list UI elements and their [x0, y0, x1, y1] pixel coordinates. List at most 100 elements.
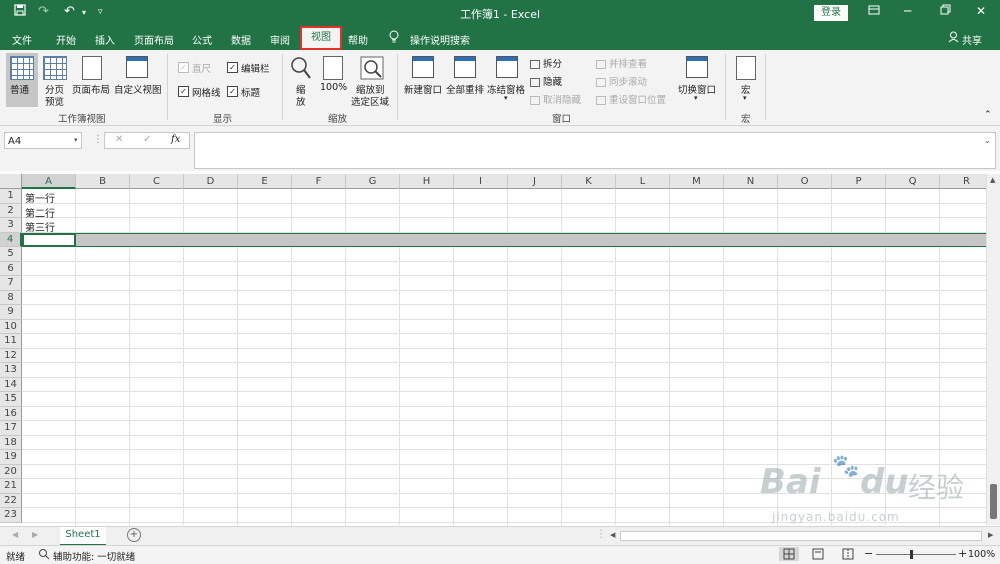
tell-me-search[interactable]: 操作说明搜索 [410, 32, 470, 47]
column-header[interactable]: R [940, 174, 986, 189]
column-header[interactable]: O [778, 174, 832, 189]
row-header[interactable]: 7 [0, 276, 22, 291]
column-header[interactable]: F [292, 174, 346, 189]
headings-label[interactable]: 标题 [241, 85, 260, 99]
page-break-status-icon[interactable] [842, 548, 854, 563]
accessibility-icon[interactable] [38, 548, 50, 563]
tab-file[interactable]: 文件 [12, 32, 32, 47]
split-button[interactable]: 拆分 [530, 56, 562, 70]
enter-icon[interactable]: ✓ [143, 134, 151, 145]
cell-a2[interactable]: 第二行 [25, 205, 55, 220]
login-button[interactable]: 登录 [814, 5, 848, 21]
drag-handle-icon[interactable]: ⋮ [596, 529, 606, 540]
add-sheet-button[interactable]: + [127, 528, 141, 542]
row-header[interactable]: 17 [0, 421, 22, 436]
row-header[interactable]: 10 [0, 319, 22, 334]
column-header[interactable]: G [346, 174, 400, 189]
row-header[interactable]: 21 [0, 479, 22, 494]
row-header[interactable]: 18 [0, 435, 22, 450]
page-break-label-2[interactable]: 预览 [45, 94, 64, 108]
custom-views-label[interactable]: 自定义视图 [114, 82, 162, 96]
cancel-icon[interactable]: ✕ [115, 134, 123, 145]
tab-review[interactable]: 审阅 [270, 32, 290, 47]
tab-insert[interactable]: 插入 [95, 32, 115, 47]
row-header[interactable]: 9 [0, 305, 22, 320]
collapse-ribbon-icon[interactable]: ⌃ [984, 110, 992, 120]
scroll-up-icon[interactable]: ▲ [990, 176, 995, 184]
row-header[interactable]: 11 [0, 334, 22, 349]
normal-view-icon[interactable] [10, 56, 34, 80]
cell-a1[interactable]: 第一行 [25, 190, 55, 205]
column-header[interactable]: L [616, 174, 670, 189]
row-header[interactable]: 15 [0, 392, 22, 407]
minimize-icon[interactable]: ─ [904, 4, 911, 18]
row-header[interactable]: 1 [0, 189, 22, 204]
freeze-panes-icon[interactable] [496, 56, 518, 78]
switch-dropdown-icon[interactable]: ▾ [694, 94, 698, 102]
tab-view[interactable]: 视图 [300, 26, 342, 50]
macros-icon[interactable] [736, 56, 756, 80]
vertical-scroll-thumb[interactable] [990, 484, 997, 519]
row-header[interactable]: 3 [0, 218, 22, 233]
column-header[interactable]: P [832, 174, 886, 189]
name-box-dropdown-icon[interactable]: ▾ [74, 136, 78, 144]
macros-dropdown-icon[interactable]: ▾ [743, 94, 747, 102]
zoom-to-selection-icon[interactable] [360, 56, 384, 83]
row-header[interactable]: 22 [0, 493, 22, 508]
column-header[interactable]: I [454, 174, 508, 189]
formula-bar-checkbox[interactable]: ✓ [227, 62, 238, 73]
column-header[interactable]: E [238, 174, 292, 189]
column-header[interactable]: N [724, 174, 778, 189]
scroll-left-icon[interactable]: ◀ [610, 531, 615, 539]
tab-home[interactable]: 开始 [56, 32, 76, 47]
normal-view-status-icon[interactable] [779, 547, 799, 561]
cell-a3[interactable]: 第三行 [25, 219, 55, 234]
next-sheet-icon[interactable]: ▶ [32, 530, 38, 539]
row-header[interactable]: 19 [0, 450, 22, 465]
hide-button[interactable]: 隐藏 [530, 74, 562, 88]
zoom-magnifier-icon[interactable] [290, 56, 312, 83]
row-header[interactable]: 4 [0, 232, 22, 247]
select-all-corner[interactable] [0, 174, 22, 189]
tab-formulas[interactable]: 公式 [192, 32, 212, 47]
share-button[interactable]: 共享 [962, 32, 982, 47]
restore-icon[interactable] [940, 4, 951, 18]
column-header[interactable]: C [130, 174, 184, 189]
row-header[interactable]: 5 [0, 247, 22, 262]
row-header[interactable]: 12 [0, 348, 22, 363]
tab-help[interactable]: 帮助 [348, 32, 368, 47]
normal-view-label[interactable]: 普通 [10, 82, 29, 96]
tab-data[interactable]: 数据 [231, 32, 251, 47]
page-layout-icon[interactable] [82, 56, 102, 80]
drag-handle-icon[interactable]: ⋮ [93, 134, 103, 145]
column-header[interactable]: Q [886, 174, 940, 189]
zoom-slider[interactable] [876, 554, 956, 555]
formula-input[interactable] [194, 132, 996, 169]
gridlines-checkbox[interactable]: ✓ [178, 86, 189, 97]
column-header[interactable]: A [22, 174, 76, 189]
expand-formula-bar-icon[interactable]: ⌄ [984, 136, 991, 145]
zoom-100-icon[interactable] [323, 56, 343, 80]
zoom-slider-thumb[interactable] [910, 550, 913, 559]
gridlines-label[interactable]: 网格线 [192, 85, 221, 99]
page-layout-status-icon[interactable] [812, 548, 824, 563]
sheet-tab-sheet1[interactable]: Sheet1 [60, 527, 106, 546]
zoom-in-button[interactable]: + [958, 547, 967, 560]
zoom-out-button[interactable]: − [864, 547, 873, 560]
new-window-icon[interactable] [412, 56, 434, 78]
zoom-label-2[interactable]: 放 [296, 94, 306, 108]
column-header[interactable]: M [670, 174, 724, 189]
zoom-level[interactable]: 100% [968, 549, 995, 560]
page-layout-label[interactable]: 页面布局 [72, 82, 110, 96]
column-header[interactable]: B [76, 174, 130, 189]
row-header[interactable]: 23 [0, 508, 22, 523]
row-header[interactable]: 16 [0, 406, 22, 421]
prev-sheet-icon[interactable]: ◀ [12, 530, 18, 539]
custom-views-icon[interactable] [126, 56, 148, 78]
new-window-label[interactable]: 新建窗口 [404, 82, 442, 96]
active-cell[interactable] [22, 232, 76, 247]
row-header[interactable]: 6 [0, 261, 22, 276]
headings-checkbox[interactable]: ✓ [227, 86, 238, 97]
row-header[interactable]: 2 [0, 203, 22, 218]
ribbon-display-icon[interactable] [868, 4, 880, 19]
